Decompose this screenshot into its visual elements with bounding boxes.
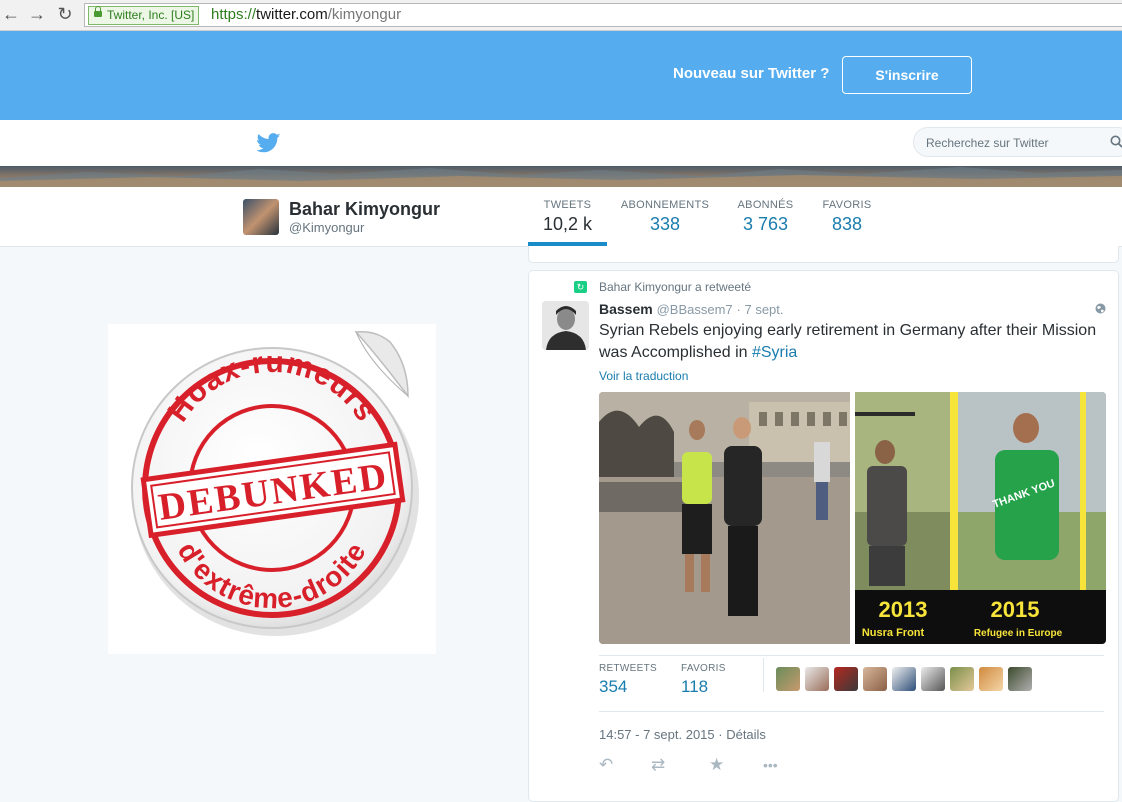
tweet-author[interactable]: Bassem @BBassem7 · 7 sept.	[599, 301, 784, 317]
tab-favorites[interactable]: FAVORIS 838	[812, 199, 882, 235]
signup-prompt: Nouveau sur Twitter ?	[673, 65, 829, 82]
tab-tweets[interactable]: TWEETS 10,2 k	[530, 199, 605, 235]
profile-handle[interactable]: @Kimyongur	[289, 220, 364, 235]
retweet-context[interactable]: Bahar Kimyongur a retweeté	[599, 280, 751, 294]
tab-favorites-label: FAVORIS	[812, 199, 882, 211]
ev-badge-label: Twitter, Inc. [US]	[107, 8, 194, 22]
tab-tweets-count: 10,2 k	[530, 214, 605, 235]
favoriter-avatar[interactable]	[892, 667, 916, 691]
tweet-body: Syrian Rebels enjoying early retirement …	[599, 322, 1096, 361]
favorites-value: 118	[681, 677, 726, 697]
tab-followers-label: ABONNÉS	[728, 199, 803, 211]
tweet-timestamp[interactable]: 14:57 - 7 sept. 2015 · Détails	[599, 727, 766, 742]
url-scheme: https://	[211, 6, 256, 23]
debunked-sticker-image: Hoax-rumeurs d'extrême-droite DEBUNKED	[108, 324, 436, 654]
favoriter-avatar[interactable]	[863, 667, 887, 691]
forward-arrow-icon[interactable]: →	[26, 3, 48, 25]
tweet-photo-2[interactable]: THANK YOU 2013 Nusra Front 2015 Refugee …	[855, 392, 1106, 644]
favorites-label: FAVORIS	[681, 663, 726, 674]
favoriter-avatar[interactable]	[1008, 667, 1032, 691]
tweet-date[interactable]: · 7 sept.	[737, 302, 784, 317]
favoriter-avatar[interactable]	[805, 667, 829, 691]
ev-certificate-badge[interactable]: Twitter, Inc. [US]	[88, 6, 199, 25]
retweet-icon[interactable]: ⇄	[651, 755, 665, 775]
profile-navigation: Bahar Kimyongur @Kimyongur TWEETS 10,2 k…	[0, 187, 1122, 247]
tweet-author-avatar[interactable]	[542, 301, 589, 350]
address-bar[interactable]: Twitter, Inc. [US] https://twitter.com/k…	[84, 3, 1122, 27]
tweet[interactable]: ↻ Bahar Kimyongur a retweeté Bassem @BBa…	[528, 270, 1119, 802]
favorites-count[interactable]: FAVORIS 118	[681, 663, 726, 697]
photo-caption-nusra: Nusra Front	[862, 627, 925, 639]
retweeted-icon: ↻	[574, 281, 587, 293]
tab-followers-count: 3 763	[728, 214, 803, 235]
tab-tweets-label: TWEETS	[530, 199, 605, 211]
avatar[interactable]	[243, 199, 279, 235]
author-handle[interactable]: @BBassem7	[657, 302, 733, 317]
signup-banner: Nouveau sur Twitter ? S'inscrire	[0, 31, 1122, 120]
retweets-label: RETWEETS	[599, 663, 657, 674]
favoriter-avatar[interactable]	[979, 667, 1003, 691]
author-name[interactable]: Bassem	[599, 301, 653, 317]
tweet-text: Syrian Rebels enjoying early retirement …	[599, 320, 1104, 364]
back-arrow-icon[interactable]: ←	[0, 3, 22, 25]
previous-tweet-fragment	[528, 246, 1119, 263]
divider	[599, 655, 1104, 656]
tab-following-count: 338	[615, 214, 715, 235]
browser-toolbar: ← → ↻ Twitter, Inc. [US] https://twitter…	[0, 0, 1122, 31]
url-path: /kimyongur	[328, 6, 401, 23]
top-navigation: Recherchez sur Twitter	[0, 120, 1122, 166]
signup-button[interactable]: S'inscrire	[842, 56, 972, 94]
tab-following-label: ABONNEMENTS	[615, 199, 715, 211]
favoriter-avatar[interactable]	[921, 667, 945, 691]
photo-caption-refugee: Refugee in Europe	[974, 628, 1063, 639]
favoriter-avatar[interactable]	[950, 667, 974, 691]
retweets-count[interactable]: RETWEETS 354	[599, 663, 657, 697]
reload-icon[interactable]: ↻	[54, 3, 76, 25]
search-icon[interactable]	[1110, 135, 1122, 148]
tab-followers[interactable]: ABONNÉS 3 763	[728, 199, 803, 235]
photo-year-2013: 2013	[879, 597, 928, 622]
retweets-value: 354	[599, 677, 657, 697]
favoriter-avatar[interactable]	[834, 667, 858, 691]
reply-icon[interactable]: ↶	[599, 755, 613, 775]
tab-favorites-count: 838	[812, 214, 882, 235]
photo-year-2015: 2015	[991, 597, 1040, 622]
url-host: twitter.com	[256, 6, 328, 23]
favoriter-avatar[interactable]	[776, 667, 800, 691]
profile-header-image	[0, 166, 1122, 187]
tab-following[interactable]: ABONNEMENTS 338	[615, 199, 715, 235]
favorite-icon[interactable]: ★	[709, 755, 724, 775]
profile-name[interactable]: Bahar Kimyongur	[289, 199, 440, 220]
divider	[763, 658, 764, 692]
translate-link[interactable]: Voir la traduction	[599, 369, 688, 383]
globe-icon[interactable]	[1095, 303, 1106, 314]
lock-icon	[94, 11, 102, 17]
more-icon[interactable]: •••	[763, 757, 778, 773]
twitter-bird-icon[interactable]	[257, 133, 281, 153]
hashtag-link[interactable]: #Syria	[752, 344, 797, 361]
tweet-photo-1[interactable]	[599, 392, 850, 644]
divider	[599, 711, 1104, 712]
search-input[interactable]: Recherchez sur Twitter	[913, 127, 1122, 157]
url-text[interactable]: https://twitter.com/kimyongur	[211, 6, 401, 24]
